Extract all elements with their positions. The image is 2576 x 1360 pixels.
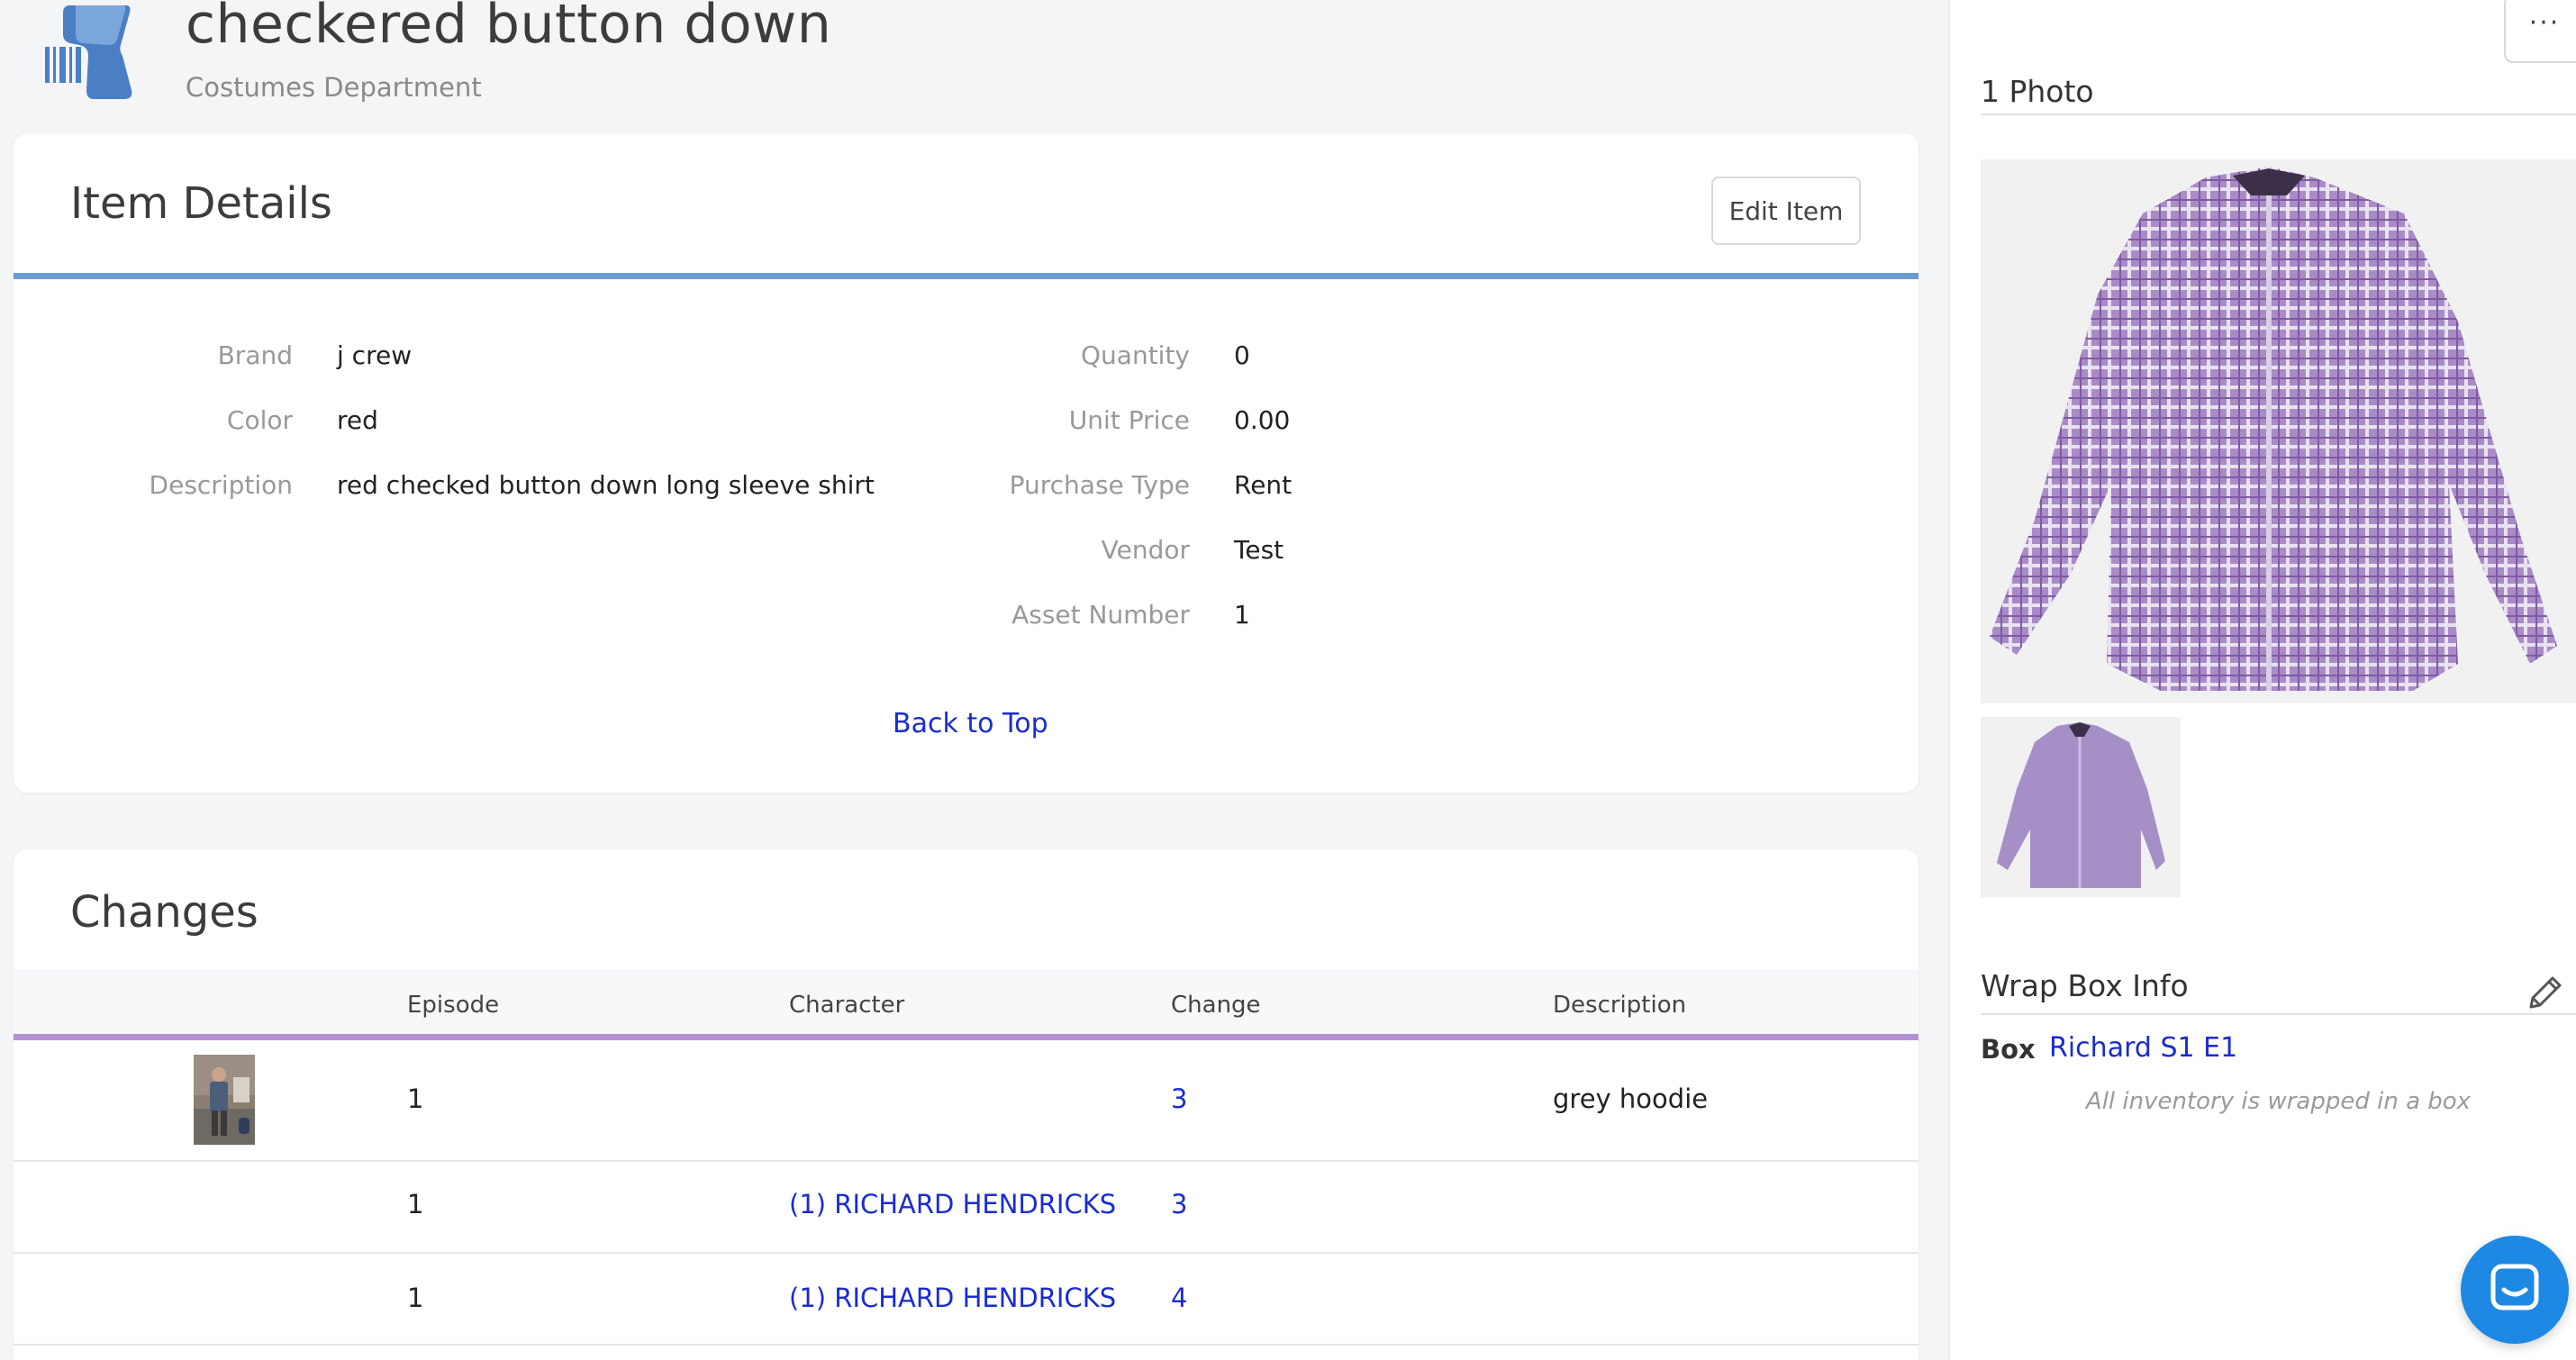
vendor-value: Test bbox=[1234, 535, 1284, 565]
box-label: Box bbox=[1981, 1034, 2036, 1065]
column-header-episode[interactable]: Episode bbox=[407, 992, 499, 1019]
main-photo[interactable] bbox=[1981, 159, 2576, 703]
page-title: checkered button down bbox=[186, 0, 832, 56]
changes-title: Changes bbox=[70, 887, 259, 938]
asset-number-value: 1 bbox=[1234, 600, 1250, 630]
item-details-card: Item Details Edit Item Brand j crew Colo… bbox=[14, 133, 1918, 793]
row-episode: 1 bbox=[407, 1083, 424, 1114]
wrap-box-title: Wrap Box Info bbox=[1981, 968, 2189, 1003]
item-details-title: Item Details bbox=[70, 178, 332, 229]
quantity-value: 0 bbox=[1234, 340, 1250, 370]
section-divider bbox=[1981, 1013, 2576, 1015]
unit-price-label: Unit Price bbox=[1068, 405, 1190, 435]
chat-launcher-button[interactable] bbox=[2461, 1236, 2569, 1344]
row-change[interactable]: 3 bbox=[1171, 1189, 1187, 1219]
brand-label: Brand bbox=[217, 340, 293, 370]
row-character[interactable]: (1) RICHARD HENDRICKS bbox=[789, 1283, 1116, 1313]
column-header-character[interactable]: Character bbox=[789, 992, 904, 1019]
row-episode: 1 bbox=[407, 1283, 424, 1313]
column-header-change[interactable]: Change bbox=[1171, 992, 1261, 1019]
table-divider bbox=[14, 1034, 1918, 1040]
description-value: red checked button down long sleeve shir… bbox=[337, 470, 875, 500]
edit-item-button[interactable]: Edit Item bbox=[1711, 177, 1861, 245]
table-row[interactable]: 1 3 grey hoodie bbox=[14, 1040, 1918, 1162]
department-subtitle: Costumes Department bbox=[186, 72, 482, 103]
row-change[interactable]: 4 bbox=[1171, 1283, 1187, 1313]
section-divider bbox=[14, 273, 1918, 279]
photo-thumbnail[interactable] bbox=[1981, 717, 2181, 897]
right-sidebar: ··· 1 Photo Wrap Box Info Box Richard S1… bbox=[1948, 0, 2576, 1360]
description-label: Description bbox=[149, 470, 293, 500]
color-label: Color bbox=[226, 405, 293, 435]
back-to-top-link[interactable]: Back to Top bbox=[893, 708, 1048, 739]
color-value: red bbox=[337, 405, 378, 435]
change-thumbnail[interactable] bbox=[194, 1055, 255, 1145]
brand-value: j crew bbox=[337, 340, 413, 370]
table-header: Episode Character Change Description bbox=[14, 970, 1918, 1038]
section-divider bbox=[1981, 113, 2576, 115]
purchase-type-label: Purchase Type bbox=[1009, 470, 1190, 500]
row-description: grey hoodie bbox=[1553, 1083, 1709, 1114]
chat-icon bbox=[2490, 1264, 2539, 1310]
asset-number-label: Asset Number bbox=[1011, 600, 1190, 630]
column-header-description[interactable]: Description bbox=[1553, 992, 1686, 1019]
row-episode: 1 bbox=[407, 1189, 424, 1219]
table-row[interactable]: 1 (1) RICHARD HENDRICKS 3 bbox=[14, 1162, 1918, 1254]
edit-pencil-icon[interactable] bbox=[2524, 973, 2565, 1014]
more-options-button[interactable]: ··· bbox=[2504, 0, 2576, 63]
quantity-label: Quantity bbox=[1081, 340, 1190, 370]
photos-title: 1 Photo bbox=[1981, 74, 2094, 109]
unit-price-value: 0.00 bbox=[1234, 405, 1291, 435]
barcode-scanner-icon bbox=[36, 0, 144, 104]
purchase-type-value: Rent bbox=[1234, 470, 1293, 500]
row-character[interactable]: (1) RICHARD HENDRICKS bbox=[789, 1189, 1116, 1219]
vendor-label: Vendor bbox=[1101, 535, 1190, 565]
box-link[interactable]: Richard S1 E1 bbox=[2049, 1032, 2237, 1064]
row-change[interactable]: 3 bbox=[1171, 1083, 1187, 1114]
table-row[interactable]: 1 (1) RICHARD HENDRICKS 4 bbox=[14, 1254, 1918, 1346]
wrap-note: All inventory is wrapped in a box bbox=[2085, 1088, 2472, 1115]
changes-card: Changes Episode Character Change Descrip… bbox=[14, 849, 1918, 1360]
